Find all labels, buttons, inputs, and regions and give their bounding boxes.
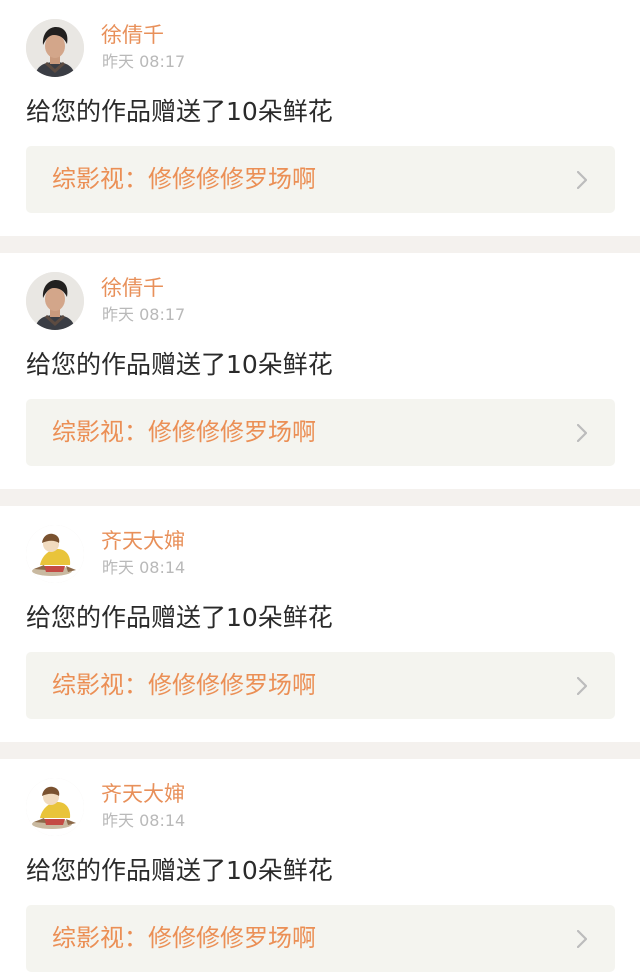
avatar[interactable] [26, 19, 84, 77]
user-name[interactable]: 齐天大婶 [101, 528, 185, 554]
chevron-right-icon [577, 171, 587, 189]
work-link-button[interactable]: 综影视：修修修修罗场啊 [26, 399, 615, 466]
notification-message: 给您的作品赠送了10朵鲜花 [26, 603, 333, 632]
notification-message: 给您的作品赠送了10朵鲜花 [26, 856, 333, 885]
chevron-right-icon [577, 677, 587, 695]
user-name[interactable]: 齐天大婶 [101, 781, 185, 807]
timestamp: 昨天 08:17 [102, 52, 186, 71]
work-title: 综影视：修修修修罗场啊 [52, 924, 316, 952]
notification-message: 给您的作品赠送了10朵鲜花 [26, 97, 333, 126]
work-link-button[interactable]: 综影视：修修修修罗场啊 [26, 652, 615, 719]
gift-notification-feed: 徐倩千 昨天 08:17 给您的作品赠送了10朵鲜花 综影视：修修修修罗场啊 徐… [0, 0, 640, 975]
notification-card: 徐倩千 昨天 08:17 给您的作品赠送了10朵鲜花 综影视：修修修修罗场啊 [0, 0, 640, 236]
work-title: 综影视：修修修修罗场啊 [52, 418, 316, 446]
notification-message: 给您的作品赠送了10朵鲜花 [26, 350, 333, 379]
card-separator [0, 236, 640, 253]
user-name[interactable]: 徐倩千 [101, 275, 164, 301]
avatar[interactable] [26, 525, 84, 583]
cartoon-figure-avatar-icon [26, 525, 84, 583]
chevron-right-icon [577, 424, 587, 442]
timestamp: 昨天 08:14 [102, 558, 186, 577]
card-separator [0, 742, 640, 759]
work-link-button[interactable]: 综影视：修修修修罗场啊 [26, 905, 615, 972]
work-title: 综影视：修修修修罗场啊 [52, 671, 316, 699]
card-separator [0, 489, 640, 506]
timestamp: 昨天 08:17 [102, 305, 186, 324]
notification-card: 齐天大婶 昨天 08:14 给您的作品赠送了10朵鲜花 综影视：修修修修罗场啊 [0, 506, 640, 742]
timestamp: 昨天 08:14 [102, 811, 186, 830]
user-name[interactable]: 徐倩千 [101, 22, 164, 48]
notification-card: 齐天大婶 昨天 08:14 给您的作品赠送了10朵鲜花 综影视：修修修修罗场啊 [0, 759, 640, 975]
work-title: 综影视：修修修修罗场啊 [52, 165, 316, 193]
avatar[interactable] [26, 778, 84, 836]
young-man-avatar-icon [26, 272, 84, 330]
avatar[interactable] [26, 272, 84, 330]
notification-card: 徐倩千 昨天 08:17 给您的作品赠送了10朵鲜花 综影视：修修修修罗场啊 [0, 253, 640, 489]
young-man-avatar-icon [26, 19, 84, 77]
cartoon-figure-avatar-icon [26, 778, 84, 836]
chevron-right-icon [577, 930, 587, 948]
work-link-button[interactable]: 综影视：修修修修罗场啊 [26, 146, 615, 213]
